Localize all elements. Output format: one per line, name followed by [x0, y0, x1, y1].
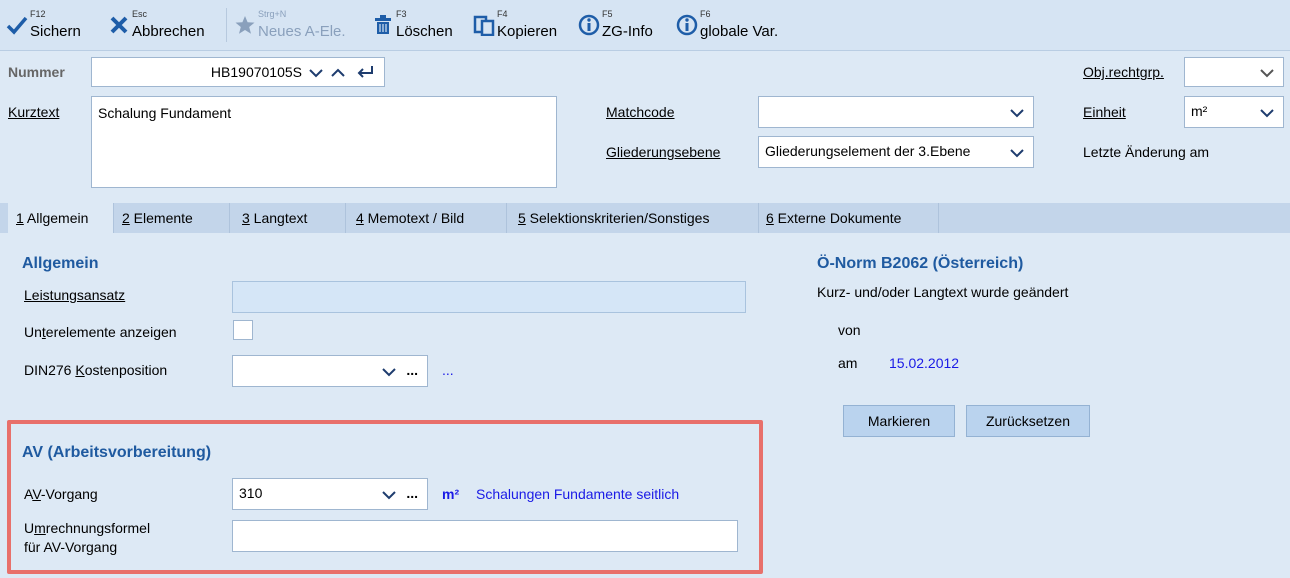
star-icon	[235, 16, 255, 34]
tab-divider	[506, 203, 507, 233]
tab-memotext[interactable]: 4 Memotext / Bild	[348, 203, 506, 233]
obj-rechtgrp-label: Obj.rechtgrp.	[1083, 64, 1164, 80]
toolbar-separator	[226, 8, 227, 42]
save-button[interactable]: F12 Sichern	[6, 0, 81, 50]
tab-divider	[229, 203, 230, 233]
zg-info-button[interactable]: F5 ZG-Info	[578, 0, 653, 50]
einheit-label: Einheit	[1083, 104, 1126, 120]
onorm-heading: Ö-Norm B2062 (Österreich)	[817, 255, 1024, 272]
tab-selektionskriterien[interactable]: 5 Selektionskriterien/Sonstiges	[510, 203, 758, 233]
am-date: 15.02.2012	[889, 355, 960, 371]
chevron-down-icon[interactable]	[308, 68, 324, 78]
nummer-label: Nummer	[8, 64, 65, 80]
chevron-down-icon[interactable]	[381, 490, 397, 500]
gliederungsebene-select[interactable]: Gliederungselement der 3.Ebene	[758, 136, 1034, 168]
checkmark-icon	[6, 16, 28, 35]
copy-button[interactable]: F4 Kopieren	[473, 0, 557, 50]
einheit-select[interactable]: m²	[1184, 96, 1284, 128]
din276-link[interactable]: ...	[442, 362, 454, 378]
enter-icon[interactable]	[356, 65, 374, 79]
chevron-down-icon[interactable]	[381, 367, 397, 377]
av-vorgang-label: AV-Vorgang	[24, 486, 98, 502]
am-label: am	[838, 355, 858, 371]
matchcode-select[interactable]	[758, 96, 1034, 128]
chevron-down-icon[interactable]	[1259, 108, 1275, 118]
allgemein-heading: Allgemein	[22, 255, 99, 272]
trash-icon	[375, 15, 391, 34]
markieren-button[interactable]: Markieren	[843, 405, 955, 437]
nummer-value: HB19070105S	[210, 64, 302, 80]
leistungsansatz-field[interactable]	[232, 281, 746, 313]
gliederungsebene-label: Gliederungsebene	[606, 144, 721, 160]
umrechnungsformel-label: Umrechnungsformel	[24, 520, 151, 536]
onorm-status: Kurz- und/oder Langtext wurde geändert	[817, 284, 1069, 300]
toolbar: F12 Sichern Esc Abbrechen Strg+N Neues A-El…	[0, 0, 1290, 51]
tab-allgemein[interactable]: 1 Allgemein	[8, 203, 113, 233]
von-label: von	[838, 322, 861, 338]
kurztext-label: Kurztext	[8, 104, 60, 120]
leistungsansatz-label: Leistungsansatz	[24, 287, 126, 303]
tab-bar: 1 Allgemein 2 Elemente 3 Langtext 4 Memo…	[0, 203, 1290, 233]
copy-icon	[473, 15, 495, 36]
tab-langtext[interactable]: 3 Langtext	[234, 203, 344, 233]
unterelemente-checkbox[interactable]	[233, 320, 253, 340]
info-icon	[578, 14, 600, 36]
din276-browse-button[interactable]: ...	[406, 362, 418, 378]
tab-divider	[345, 203, 346, 233]
umrechnungsformel-field[interactable]	[232, 520, 738, 552]
unterelemente-label: Unterelemente anzeigen	[24, 324, 177, 340]
matchcode-label: Matchcode	[606, 104, 675, 120]
av-vorgang-browse-button[interactable]: ...	[406, 485, 418, 501]
cancel-button[interactable]: Esc Abbrechen	[108, 0, 205, 50]
tab-externe-dokumente[interactable]: 6 Externe Dokumente	[758, 203, 938, 233]
av-vorgang-select[interactable]: 310 ...	[232, 478, 428, 510]
av-vorgang-description: Schalungen Fundamente seitlich	[476, 486, 680, 502]
delete-button[interactable]: F3 Löschen	[372, 0, 453, 50]
av-heading: AV (Arbeitsvorbereitung)	[22, 444, 212, 461]
new-element-button[interactable]: Strg+N Neues A-Ele.	[234, 0, 346, 50]
din276-select[interactable]: ...	[232, 355, 428, 387]
kurztext-field[interactable]: Schalung Fundament	[91, 96, 557, 188]
av-vorgang-unit: m²	[442, 486, 460, 502]
umrechnungsformel-label-line2: für AV-Vorgang	[24, 539, 118, 555]
letzte-aenderung-label: Letzte Änderung am	[1083, 144, 1210, 160]
chevron-down-icon[interactable]	[1009, 108, 1025, 118]
tab-divider	[938, 203, 939, 233]
chevron-down-icon[interactable]	[1259, 68, 1275, 78]
kurztext-value: Schalung Fundament	[98, 105, 232, 121]
tab-elemente[interactable]: 2 Elemente	[114, 203, 229, 233]
close-x-icon	[110, 16, 128, 34]
obj-rechtgrp-select[interactable]	[1184, 57, 1284, 87]
nummer-field[interactable]: HB19070105S	[91, 57, 385, 87]
din276-label: DIN276 Kostenposition	[24, 362, 168, 378]
chevron-down-icon[interactable]	[1009, 148, 1025, 158]
info-icon	[676, 14, 698, 36]
chevron-up-icon[interactable]	[330, 68, 346, 78]
zuruecksetzen-button[interactable]: Zurücksetzen	[966, 405, 1090, 437]
global-var-button[interactable]: F6 globale Var.	[676, 0, 778, 50]
